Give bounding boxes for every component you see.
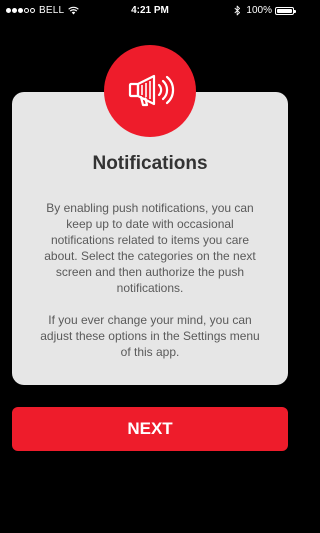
status-right: 100% xyxy=(234,5,296,16)
megaphone-badge xyxy=(104,45,196,137)
card-title: Notifications xyxy=(92,153,208,174)
battery-nub xyxy=(294,9,296,13)
battery-icon xyxy=(275,6,296,15)
battery-level-fill xyxy=(277,8,292,13)
body-paragraph-settings: If you ever change your mind, you can ad… xyxy=(40,313,260,359)
next-button[interactable]: NEXT xyxy=(12,407,288,451)
battery-percent: 100% xyxy=(246,5,272,16)
megaphone-icon xyxy=(128,74,175,107)
status-bar: BELL 4:21 PM 100% xyxy=(0,0,300,22)
card-body: By enabling push notifications, you can … xyxy=(34,200,266,360)
bluetooth-icon xyxy=(234,5,241,16)
body-paragraph-intro: By enabling push notifications, you can … xyxy=(44,201,256,295)
